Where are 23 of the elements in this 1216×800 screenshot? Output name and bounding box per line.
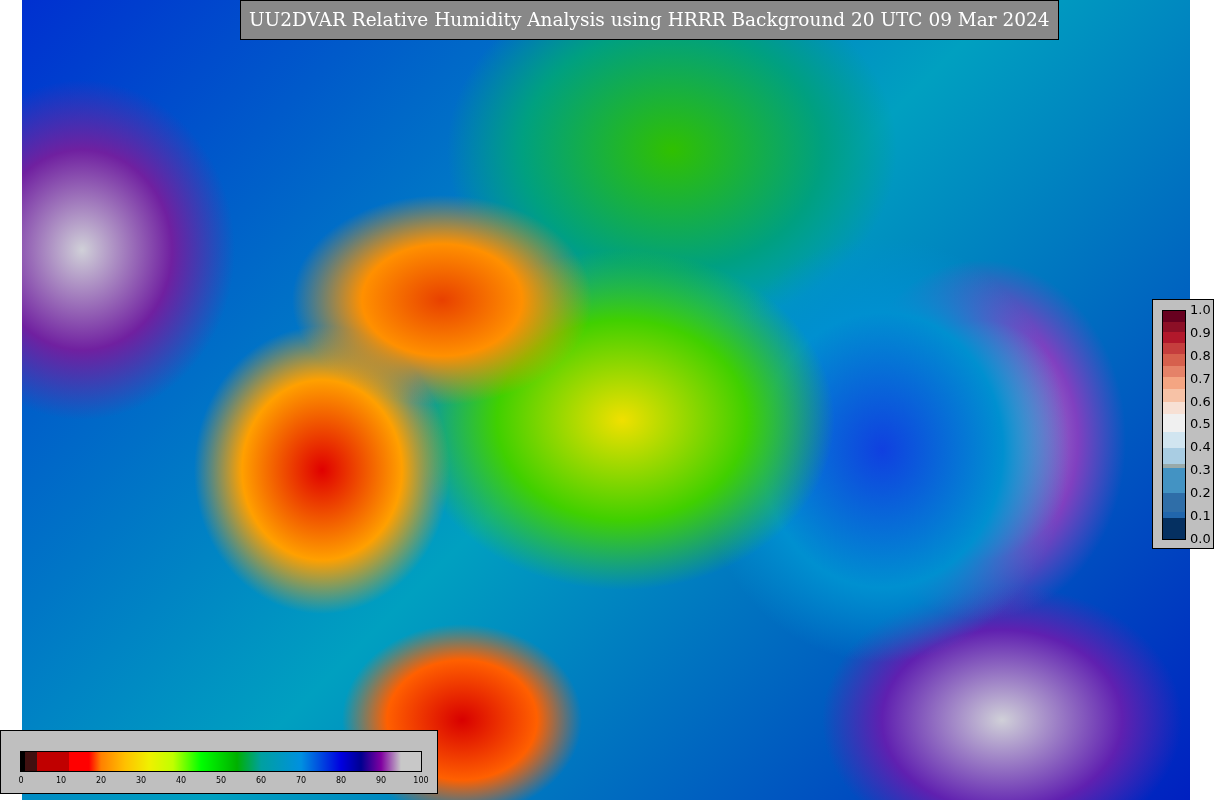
tick-label: 0.9	[1190, 324, 1211, 340]
tick-label: 20	[95, 776, 107, 785]
tick-label: 0.4	[1190, 439, 1211, 455]
tick-label: 50	[215, 776, 227, 785]
tick-label: 90	[375, 776, 387, 785]
tick-label: 0.3	[1190, 462, 1211, 478]
tick-label: 70	[295, 776, 307, 785]
tick-label: 0.1	[1190, 508, 1211, 523]
tick-label: 0.2	[1190, 485, 1211, 501]
tick-label: 80	[335, 776, 347, 785]
tick-label: 0.8	[1190, 347, 1211, 363]
tick-label: 60	[255, 776, 267, 785]
tick-label: 0.6	[1190, 393, 1211, 409]
tick-label: 0.7	[1190, 370, 1211, 386]
tick-label: 1.0	[1190, 302, 1211, 317]
tick-label: 0.0	[1190, 530, 1211, 546]
tick-label: 0	[18, 776, 24, 785]
tick-label: 10	[55, 776, 67, 785]
tick-label: 40	[175, 776, 187, 785]
tick-label: 30	[135, 776, 147, 785]
tick-label: 0.5	[1190, 416, 1211, 432]
tick-label: 100	[413, 776, 429, 785]
map-title: UU2DVAR Relative Humidity Analysis using HRRR Background 20 UTC 09 Mar 2024	[240, 0, 1059, 40]
